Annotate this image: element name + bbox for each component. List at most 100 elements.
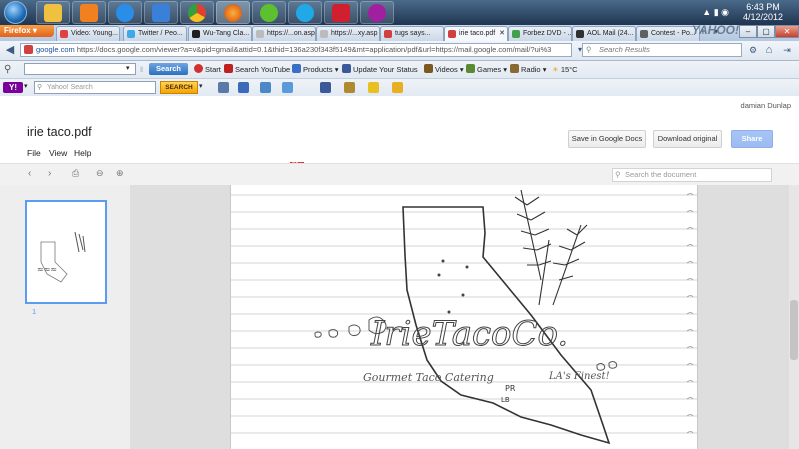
docs-header [0,96,799,162]
page-thumbnail[interactable]: ≈≈≈ [25,200,107,304]
gear-icon[interactable]: ⚙ [746,43,760,57]
close-window-button[interactable]: ✕ [775,25,799,38]
toolbar-icon-d[interactable] [368,82,379,93]
toolbar-videos[interactable]: Videos ▾ [424,64,464,75]
taskbar-clock[interactable]: 6:43 PM 4/12/2012 [733,2,793,22]
browser-tab[interactable]: Wu-Tang Cla... [188,26,252,41]
toolbar-icon-c[interactable] [344,82,355,93]
tab-favicon-icon [512,30,520,38]
yahoo-search-button[interactable]: SEARCH [160,81,198,94]
binder-holes [686,193,694,434]
tab-favicon-icon [256,30,264,38]
toolbar-icon-b[interactable] [238,82,249,93]
firefox-app-icon[interactable] [216,1,250,24]
system-tray-icons[interactable]: ▲ ▮ ◉ [702,7,729,18]
browser-tab[interactable]: Twitter / Peo... [123,26,187,41]
close-tab-icon[interactable]: ✕ [499,27,505,40]
site-identity-icon[interactable] [24,45,33,54]
tagline-suffix-text: LA's Finest! [548,371,610,382]
back-button[interactable]: ◀ [3,43,17,57]
next-page-button[interactable]: › [48,168,51,179]
zoom-in-icon[interactable]: ⊕ [116,168,124,179]
products-icon [292,64,301,73]
browser-tab[interactable]: Video: Young... [56,26,120,41]
toolbar-dropdown-icon[interactable]: ▾ [126,63,130,74]
tab-label: irie taco.pdf [459,30,496,37]
save-in-google-docs-button[interactable]: Save in Google Docs [568,130,646,148]
start-button[interactable] [4,1,27,24]
chrome-app-icon[interactable] [180,1,214,24]
explorer-app-icon[interactable] [36,1,70,24]
toolbar-search-input[interactable] [24,63,136,75]
pdf-page: IrieTacoCo. Gourmet Taco Catering LA's F… [230,185,698,449]
toolbar-divider: ǁ [140,65,144,74]
print-icon[interactable]: ⎙ [72,168,79,179]
tagline-text: Gourmet Taco Catering [363,371,494,384]
toolbar-update-status[interactable]: Update Your Status [342,64,418,75]
zoom-out-icon[interactable]: ⊖ [96,168,104,179]
browser-tab[interactable]: https://...xy.asp [316,26,380,41]
document-title: irie taco.pdf [27,125,92,139]
url-bar[interactable]: google.com https://docs.google.com/viewe… [20,43,572,57]
ie-app-icon[interactable] [108,1,142,24]
menu-view[interactable]: View [49,148,67,158]
menu-file[interactable]: File [27,148,41,158]
magnifier-icon: ⚲ [4,64,12,75]
tab-label: https://...on.asp [267,30,315,37]
toolbar-icon-a[interactable] [218,82,229,93]
minimize-button[interactable]: – [739,25,757,38]
media-player-app-icon[interactable] [72,1,106,24]
scrollbar-thumb[interactable] [790,300,798,360]
skype-app-icon[interactable] [288,1,322,24]
browser-search-input[interactable]: ⚲ Search Results [582,43,742,57]
menu-help[interactable]: Help [74,148,91,158]
home-icon[interactable]: ⌂ [762,43,776,57]
download-original-button[interactable]: Download original [653,130,722,148]
browser-tab[interactable]: tugs says... [380,26,444,41]
products-label: Products [303,65,333,74]
yahoo-search-icon: ⚲ [37,84,43,91]
toolbar-radio[interactable]: Radio ▾ [510,64,546,75]
yahoo-search-dropdown-icon[interactable]: ▾ [199,82,203,90]
app-icon-7[interactable] [252,1,286,24]
tab-favicon-icon [60,30,68,38]
start-icon [194,64,203,73]
tab-label: tugs says... [395,30,431,37]
weather-cloud-icon[interactable] [282,82,293,93]
yahoo-logo-icon[interactable]: Y! [3,82,23,93]
facebook-toolbar-icon[interactable] [320,82,331,93]
yahoo-messenger-app-icon[interactable] [360,1,394,24]
share-button[interactable]: Share [731,130,773,148]
yahoo-menu-dropdown-icon[interactable]: ▾ [24,82,28,90]
app-icon-9[interactable] [324,1,358,24]
browser-tab[interactable]: https://...on.asp [252,26,316,41]
toolbar-start[interactable]: Start [194,64,221,75]
tab-favicon-icon [192,30,200,38]
document-search-input[interactable]: ⚲ Search the document [612,168,772,182]
toolbar-search-button[interactable]: Search [149,63,188,75]
toolbar-icon-e[interactable] [392,82,403,93]
yahoo-search-input[interactable]: ⚲ Yahoo! Search [34,81,156,94]
toolbar-products[interactable]: Products ▾ [292,64,338,75]
extension-icon[interactable]: ⇥ [780,43,794,57]
browser-tab[interactable]: Contest - Po... [636,26,700,41]
browser-tab[interactable]: Forbez DVD - ... [508,26,572,41]
toolbar-games[interactable]: Games ▾ [466,64,507,75]
update-status-label: Update Your Status [353,65,418,74]
firefox-menu-label: Firefox [4,26,31,35]
account-name[interactable]: damian Dunlap [741,101,791,110]
browser-tab[interactable]: irie taco.pdf ✕ [444,26,508,41]
firefox-menu-button[interactable]: Firefox ▾ [0,25,54,37]
clock-date: 4/12/2012 [742,12,784,22]
tab-favicon-icon [320,30,328,38]
tab-label: Forbez DVD - ... [523,30,572,37]
yahoo-brand-logo: YAHOO! [691,23,739,37]
maximize-button[interactable]: ▢ [757,25,775,38]
app-icon-4[interactable] [144,1,178,24]
toolbar-search-youtube[interactable]: Search YouTube ▾ [224,64,296,75]
previous-page-button[interactable]: ‹ [28,168,31,179]
videos-label: Videos [435,65,458,74]
mail-icon[interactable] [260,82,271,93]
browser-tab[interactable]: AOL Mail (24... [572,26,636,41]
toolbar-weather[interactable]: ☀ 15°C [552,64,578,75]
